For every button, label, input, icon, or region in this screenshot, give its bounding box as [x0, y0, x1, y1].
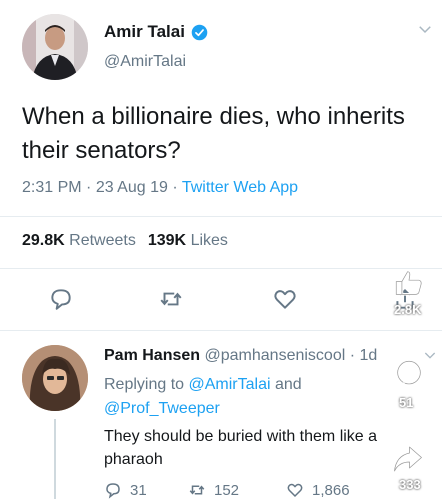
mention-link[interactable]: @Prof_Tweeper: [104, 400, 220, 417]
replying-prefix: Replying to: [104, 376, 189, 393]
reply-separator: ·: [345, 347, 360, 364]
main-tweet: Amir Talai @AmirTalai When a billionaire…: [0, 0, 442, 330]
divider: [0, 268, 442, 269]
reply-actions: 31 152 1,866: [104, 481, 424, 503]
like-icon[interactable]: [272, 286, 298, 312]
mention-link[interactable]: @AmirTalai: [189, 376, 271, 393]
tweet-stats: 29.8K Retweets 139K Likes: [22, 232, 228, 250]
retweet-count: 152: [214, 481, 240, 499]
reply-tweet: Pam Hansen @pamhanseniscool · 1d Replyin…: [0, 331, 442, 499]
overlay-comment-icon[interactable]: [392, 357, 426, 391]
tweet-text: When a billionaire dies, who inherits th…: [22, 103, 405, 164]
reply-time[interactable]: 1d: [359, 347, 377, 364]
reply-retweet-button[interactable]: 152: [188, 481, 239, 499]
meta-separator: ·: [81, 179, 96, 196]
reply-reply-button[interactable]: 31: [104, 481, 147, 499]
retweets-value: 29.8K: [22, 232, 65, 249]
retweets-label: Retweets: [69, 232, 136, 249]
reply-handle[interactable]: @pamhanseniscool: [205, 347, 346, 364]
verified-badge-icon: [191, 24, 208, 40]
overlay-shares-count: 333: [399, 477, 421, 492]
like-icon: [287, 483, 303, 498]
reply-icon: [106, 483, 120, 499]
reply-display-name[interactable]: Pam Hansen: [104, 347, 200, 364]
overlay-likes-count: 2.8K: [394, 302, 422, 317]
tweet-date: 23 Aug 19: [95, 179, 168, 196]
replying-to: Replying to @AmirTalai and @Prof_Tweeper: [104, 373, 384, 421]
name-row: Amir Talai: [104, 22, 208, 42]
user-handle[interactable]: @AmirTalai: [104, 53, 186, 71]
overlay-share-icon[interactable]: [390, 441, 426, 477]
tweet-time: 2:31 PM: [22, 179, 82, 196]
replying-and: and: [270, 376, 302, 393]
like-count: 1,866: [312, 481, 350, 499]
reply-header: Pam Hansen @pamhanseniscool · 1d: [104, 347, 377, 365]
likes-stat[interactable]: 139K Likes: [148, 232, 228, 249]
retweets-stat[interactable]: 29.8K Retweets: [22, 232, 136, 249]
reply-like-button[interactable]: 1,866: [286, 481, 350, 499]
avatar[interactable]: [22, 14, 88, 80]
reply-icon[interactable]: [48, 286, 74, 312]
reply-avatar[interactable]: [22, 345, 88, 411]
meta-separator: ·: [167, 179, 182, 196]
retweet-icon: [189, 485, 205, 495]
thread-line: [54, 419, 56, 499]
reply-count: 31: [130, 481, 147, 499]
overlay-like-icon[interactable]: [392, 266, 426, 300]
tweet-meta: 2:31 PM · 23 Aug 19 · Twitter Web App: [22, 179, 298, 197]
likes-label: Likes: [190, 232, 228, 249]
likes-value: 139K: [147, 232, 187, 249]
retweet-icon[interactable]: [158, 286, 184, 312]
chevron-down-icon[interactable]: [416, 20, 434, 38]
source-app-link[interactable]: Twitter Web App: [182, 179, 298, 196]
divider: [0, 216, 442, 217]
overlay-comments-count: 51: [399, 395, 414, 410]
reply-text: They should be buried with them like a p…: [104, 428, 378, 468]
display-name[interactable]: Amir Talai: [104, 22, 185, 42]
